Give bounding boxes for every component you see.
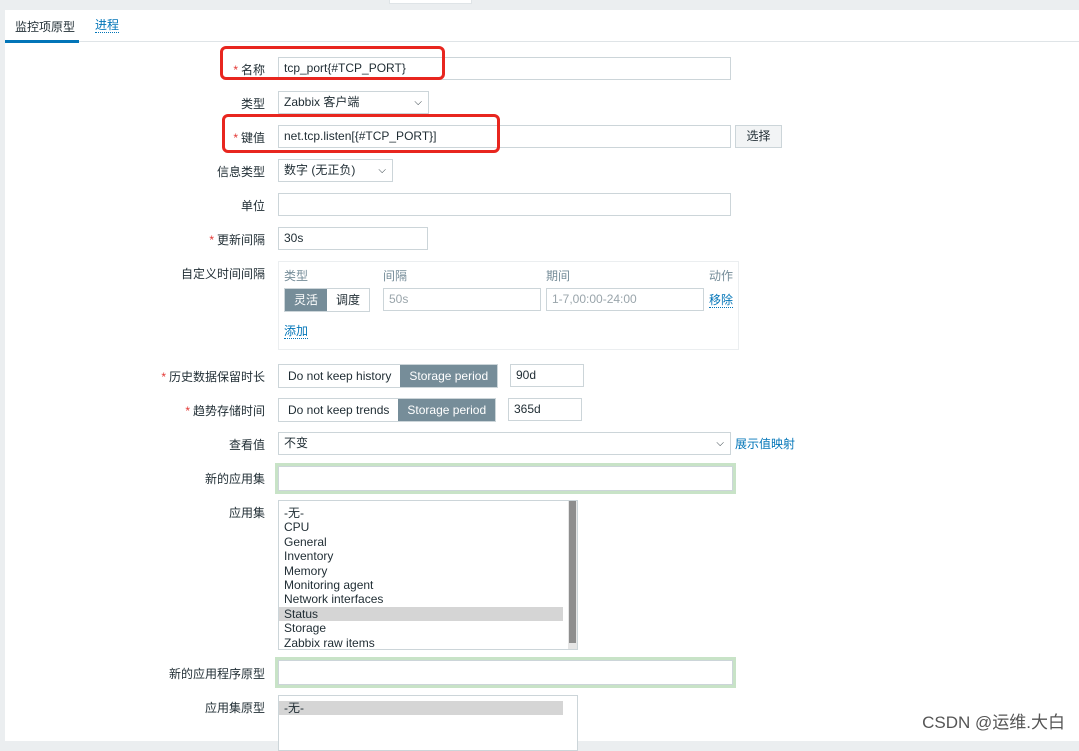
highlight-box-name bbox=[220, 46, 445, 80]
application-option[interactable]: Zabbix raw items bbox=[279, 636, 563, 649]
interval-type-toggle: 灵活 调度 bbox=[284, 288, 371, 312]
custom-period-input[interactable]: 1-7,00:00-24:00 bbox=[546, 288, 704, 311]
flexible-option[interactable]: 灵活 bbox=[285, 289, 328, 311]
show-value-select[interactable]: 不变 ⌵ bbox=[278, 432, 731, 455]
show-value-label: 查看值 bbox=[228, 438, 265, 452]
scrollbar-thumb[interactable] bbox=[569, 501, 576, 643]
application-option[interactable]: Memory bbox=[279, 564, 563, 578]
chevron-down-icon: ⌵ bbox=[716, 438, 724, 449]
custom-interval-input[interactable]: 50s bbox=[383, 288, 541, 311]
application-option[interactable]: Network interfaces bbox=[279, 592, 563, 606]
col-period-header: 期间 bbox=[546, 269, 571, 283]
key-select-button[interactable]: 选择 bbox=[735, 125, 782, 148]
update-interval-label: * 更新间隔 bbox=[209, 233, 265, 247]
type-select[interactable]: Zabbix 客户端 ⌵ bbox=[278, 91, 429, 114]
info-type-select-value: 数字 (无正负) bbox=[284, 163, 356, 177]
highlight-box-key bbox=[222, 114, 500, 153]
app-prototypes-options: -无- bbox=[279, 696, 577, 716]
trends-storage-option[interactable]: Storage period bbox=[398, 399, 496, 421]
history-toggle: Do not keep history Storage period bbox=[278, 364, 499, 388]
trends-toggle: Do not keep trends Storage period bbox=[278, 398, 497, 422]
trends-label: * 趋势存储时间 bbox=[185, 404, 265, 418]
applications-scrollbar[interactable] bbox=[568, 501, 577, 649]
custom-intervals-table: 类型 间隔 期间 动作 灵活 调度 50s 1-7,00:00-24:00 移除… bbox=[278, 261, 739, 350]
application-option[interactable]: -无- bbox=[279, 506, 563, 520]
application-option[interactable]: CPU bbox=[279, 520, 563, 534]
history-input[interactable]: 90d bbox=[510, 364, 584, 387]
show-value-select-value: 不变 bbox=[284, 436, 309, 450]
tab-bar: 监控项原型 进程 bbox=[4, 10, 1079, 43]
application-option[interactable]: Monitoring agent bbox=[279, 578, 563, 592]
application-option[interactable]: Inventory bbox=[279, 549, 563, 563]
app-prototype-option-selected[interactable]: -无- bbox=[279, 701, 563, 716]
remove-interval-link[interactable]: 移除 bbox=[709, 293, 734, 308]
applications-listbox[interactable]: -无- CPU General Inventory Memory Monitor… bbox=[278, 500, 578, 650]
type-select-value: Zabbix 客户端 bbox=[284, 95, 360, 109]
trends-no-keep-option[interactable]: Do not keep trends bbox=[279, 399, 399, 421]
units-label: 单位 bbox=[240, 199, 265, 213]
applications-options: -无- CPU General Inventory Memory Monitor… bbox=[279, 501, 577, 649]
tab-item-prototype[interactable]: 监控项原型 bbox=[4, 18, 80, 43]
history-storage-option[interactable]: Storage period bbox=[400, 365, 498, 387]
application-option[interactable]: Storage bbox=[279, 621, 563, 635]
col-type-header: 类型 bbox=[284, 269, 309, 283]
col-action-header: 动作 bbox=[709, 269, 734, 283]
history-label: * 历史数据保留时长 bbox=[161, 370, 265, 384]
chevron-down-icon: ⌵ bbox=[414, 97, 422, 108]
info-type-select[interactable]: 数字 (无正负) ⌵ bbox=[278, 159, 393, 182]
custom-intervals-label: 自定义时间间隔 bbox=[180, 267, 265, 281]
new-application-input[interactable] bbox=[278, 466, 733, 491]
add-interval-link[interactable]: 添加 bbox=[284, 324, 309, 339]
new-application-field bbox=[275, 463, 736, 494]
new-app-prototype-input[interactable] bbox=[278, 660, 733, 685]
update-interval-input[interactable]: 30s bbox=[278, 227, 428, 250]
applications-label: 应用集 bbox=[228, 506, 265, 520]
info-type-label: 信息类型 bbox=[216, 165, 265, 179]
chevron-down-icon: ⌵ bbox=[378, 165, 386, 176]
tab-process[interactable]: 进程 bbox=[95, 18, 120, 33]
application-option-selected[interactable]: Status bbox=[279, 606, 563, 622]
form-panel: 监控项原型 进程 * 名称 tcp_port{#TCP_PORT} 类型 Zabb… bbox=[4, 10, 1079, 751]
top-tab-stub bbox=[389, 0, 472, 4]
application-option[interactable]: General bbox=[279, 535, 563, 549]
app-prototypes-label: 应用集原型 bbox=[204, 701, 265, 715]
units-input[interactable] bbox=[278, 193, 731, 216]
trends-input[interactable]: 365d bbox=[508, 398, 582, 421]
new-app-prototype-label: 新的应用程序原型 bbox=[168, 667, 265, 681]
new-app-prototype-field bbox=[275, 657, 736, 688]
app-prototypes-listbox[interactable]: -无- bbox=[278, 695, 578, 751]
type-label: 类型 bbox=[240, 97, 265, 111]
col-interval-header: 间隔 bbox=[383, 269, 408, 283]
scheduling-option[interactable]: 调度 bbox=[327, 289, 370, 311]
watermark: CSDN @运维.大白 bbox=[922, 713, 1065, 732]
top-strip bbox=[0, 0, 1079, 10]
history-no-keep-option[interactable]: Do not keep history bbox=[279, 365, 401, 387]
show-value-mapping-link[interactable]: 展示值映射 bbox=[735, 437, 795, 451]
new-application-label: 新的应用集 bbox=[204, 472, 265, 486]
